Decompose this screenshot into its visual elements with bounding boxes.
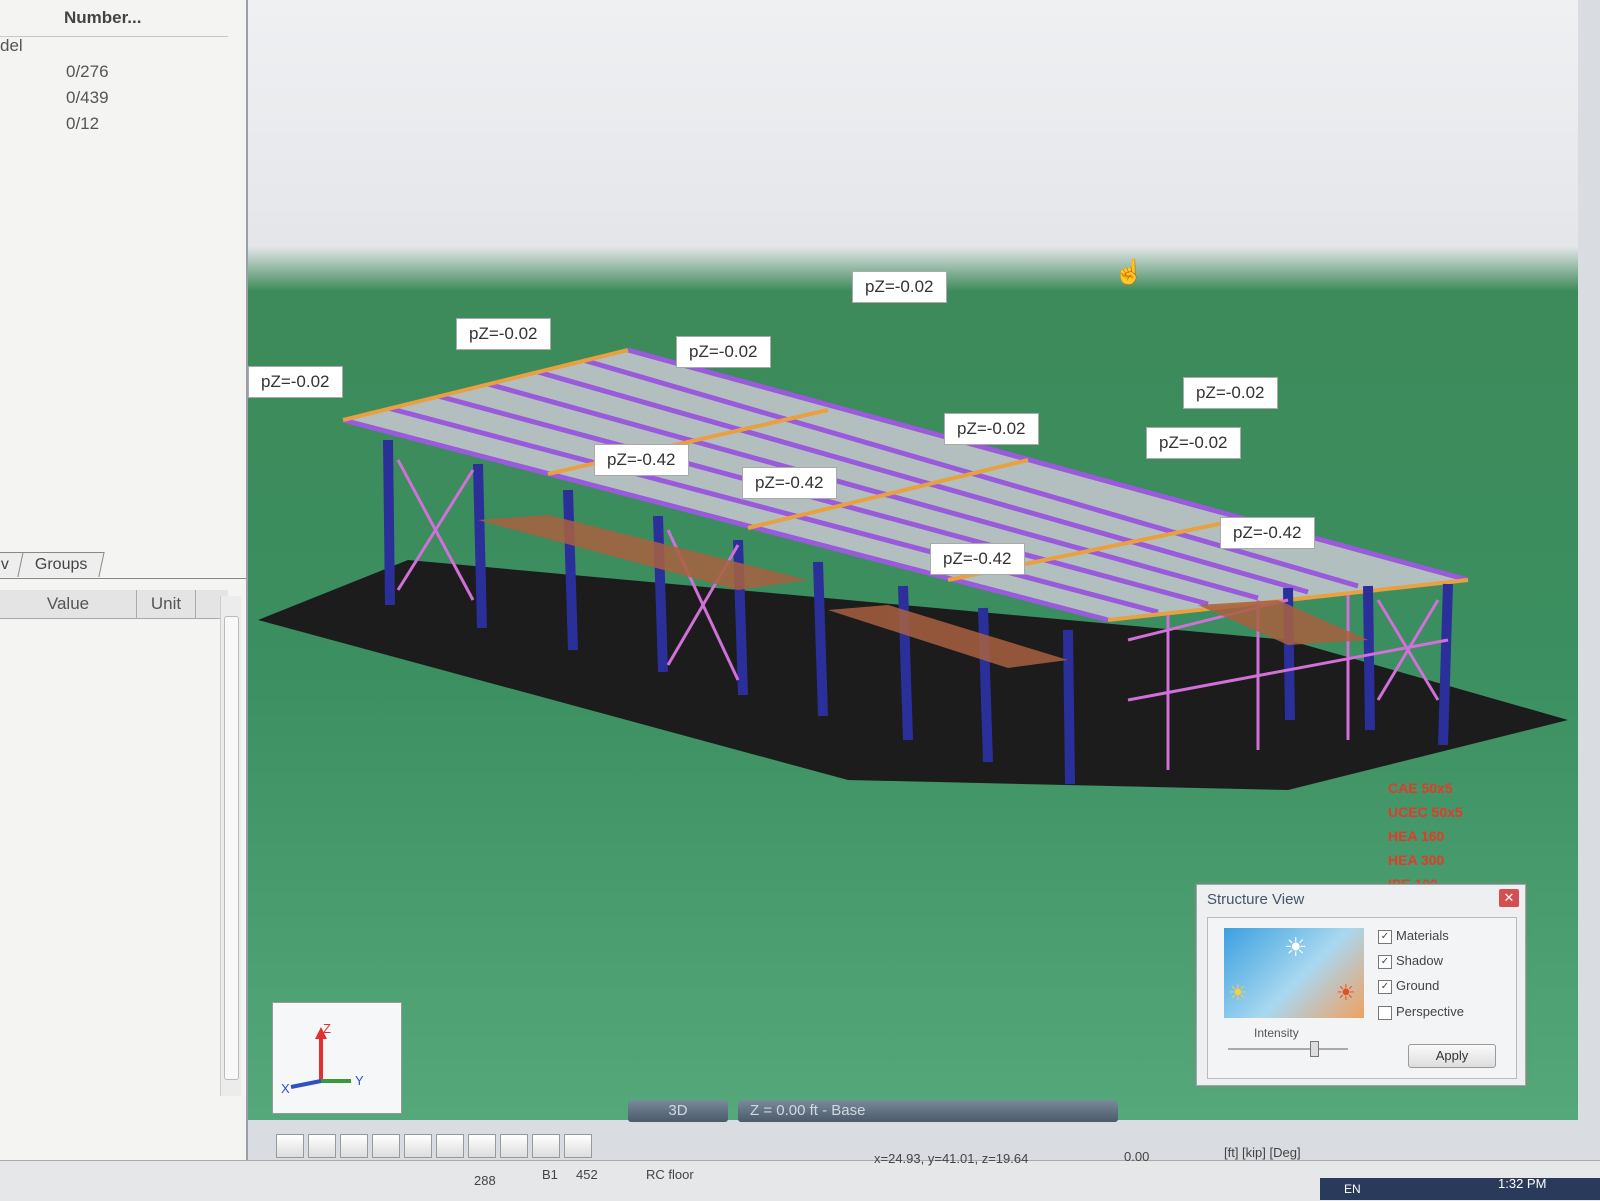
load-label[interactable]: pZ=-0.02: [852, 271, 947, 303]
close-icon[interactable]: ✕: [1499, 889, 1519, 907]
section-item: CAE 50x5: [1388, 780, 1453, 796]
slider-knob[interactable]: [1310, 1041, 1320, 1057]
checkbox[interactable]: ✓: [1378, 929, 1392, 944]
view-toolbar: [276, 1134, 606, 1158]
cursor-hand-icon: ☝: [1114, 259, 1144, 286]
sun-icon[interactable]: ☀: [1336, 980, 1356, 1006]
status-floor[interactable]: RC floor: [646, 1167, 694, 1182]
option-label: Perspective: [1396, 1004, 1464, 1019]
toolbar-button[interactable]: [340, 1134, 368, 1158]
load-label[interactable]: pZ=-0.02: [456, 318, 551, 350]
load-label[interactable]: pZ=-0.02: [248, 366, 343, 398]
row-number: 0/12: [66, 114, 100, 133]
axis-z-label: Z: [323, 1021, 331, 1036]
scroll-thumb[interactable]: [224, 616, 239, 1080]
toolbar-button[interactable]: [404, 1134, 432, 1158]
checkbox[interactable]: ✓: [1378, 954, 1392, 969]
clock[interactable]: 1:32 PM: [1498, 1176, 1546, 1191]
tab-groups[interactable]: Groups: [17, 552, 106, 577]
option-label: Materials: [1396, 928, 1449, 943]
level-selector[interactable]: Z = 0.00 ft - Base: [738, 1100, 1118, 1122]
status-coords: x=24.93, y=41.01, z=19.64: [874, 1151, 1029, 1166]
toolbar-button[interactable]: [500, 1134, 528, 1158]
apply-button[interactable]: Apply: [1408, 1044, 1496, 1068]
panel-tabs: v Groups: [0, 550, 246, 579]
windows-taskbar: EN: [1320, 1178, 1600, 1200]
row-number: 0/439: [66, 88, 109, 107]
toolbar-button[interactable]: [564, 1134, 592, 1158]
column-header-number[interactable]: Number...: [64, 8, 141, 28]
column-header-value[interactable]: Value: [0, 590, 137, 618]
checkbox[interactable]: ✓: [1378, 979, 1392, 994]
load-label[interactable]: pZ=-0.02: [944, 413, 1039, 445]
tab-first-label: v: [0, 556, 9, 573]
section-item: UCEC 50x5: [1388, 804, 1463, 820]
table-row[interactable]: 0/439: [0, 88, 228, 114]
status-bars: 452: [576, 1167, 598, 1182]
toolbar-button[interactable]: [372, 1134, 400, 1158]
option-materials[interactable]: ✓ Materials: [1378, 928, 1449, 944]
lighting-preview[interactable]: ☀ ☀ ☀: [1224, 928, 1364, 1018]
toolbar-button[interactable]: [468, 1134, 496, 1158]
toolbar-button[interactable]: [436, 1134, 464, 1158]
section-legend: CAE 50x5 UCEC 50x5 HEA 160 HEA 300 IPE 1…: [1388, 776, 1463, 896]
intensity-label: Intensity: [1254, 1026, 1299, 1040]
status-nodes: 288: [474, 1173, 496, 1188]
load-label[interactable]: pZ=-0.42: [742, 467, 837, 499]
section-item: HEA 160: [1388, 828, 1445, 844]
status-bars-prefix: B1: [542, 1167, 558, 1182]
load-label[interactable]: pZ=-0.02: [1146, 427, 1241, 459]
object-table-header[interactable]: Number...: [0, 0, 228, 37]
load-label[interactable]: pZ=-0.42: [1220, 517, 1315, 549]
tab-groups-label: Groups: [34, 556, 88, 573]
load-label[interactable]: pZ=-0.02: [676, 336, 771, 368]
table-row[interactable]: 0/12: [0, 114, 228, 140]
checkbox[interactable]: [1378, 1005, 1392, 1020]
section-item: HEA 300: [1388, 852, 1445, 868]
view-mode-button[interactable]: 3D: [628, 1100, 728, 1122]
properties-scrollbar[interactable]: [220, 596, 241, 1096]
option-ground[interactable]: ✓ Ground: [1378, 978, 1439, 994]
language-indicator[interactable]: EN: [1344, 1182, 1361, 1196]
dialog-body: ☀ ☀ ☀ ✓ Materials ✓ Shadow ✓ Ground Perspec…: [1207, 917, 1517, 1079]
toolbar-button[interactable]: [308, 1134, 336, 1158]
axes-gizmo[interactable]: Z Y X: [272, 1002, 402, 1114]
load-label[interactable]: pZ=-0.42: [930, 543, 1025, 575]
sun-icon[interactable]: ☀: [1228, 980, 1248, 1006]
toolbar-button[interactable]: [276, 1134, 304, 1158]
table-row[interactable]: del: [0, 36, 228, 62]
load-label[interactable]: pZ=-0.02: [1183, 377, 1278, 409]
structure-view-dialog: Structure View ✕ ☀ ☀ ☀ ✓ Materials ✓ Shado…: [1196, 884, 1526, 1086]
option-shadow[interactable]: ✓ Shadow: [1378, 953, 1443, 969]
properties-header: Value Unit: [0, 590, 228, 619]
status-angle: 0.00: [1124, 1149, 1150, 1164]
toolbar-button[interactable]: [532, 1134, 560, 1158]
option-perspective[interactable]: Perspective: [1378, 1004, 1464, 1020]
axis-y-label: Y: [355, 1073, 364, 1088]
axis-x-label: X: [281, 1081, 290, 1096]
row-number: 0/276: [66, 62, 109, 81]
axes-icon: Z Y X: [281, 1021, 364, 1096]
object-inspector-panel: Number... del 0/276 0/439 0/12 v Groups …: [0, 0, 248, 1200]
column-header-unit[interactable]: Unit: [137, 590, 196, 618]
sun-icon[interactable]: ☀: [1284, 932, 1307, 963]
table-row[interactable]: 0/276: [0, 62, 228, 88]
option-label: Shadow: [1396, 953, 1443, 968]
status-units[interactable]: [ft] [kip] [Deg]: [1224, 1145, 1301, 1160]
load-label[interactable]: pZ=-0.42: [594, 444, 689, 476]
intensity-slider[interactable]: [1228, 1041, 1348, 1057]
row-name: del: [0, 36, 23, 55]
dialog-title: Structure View: [1207, 891, 1305, 908]
option-label: Ground: [1396, 978, 1440, 993]
